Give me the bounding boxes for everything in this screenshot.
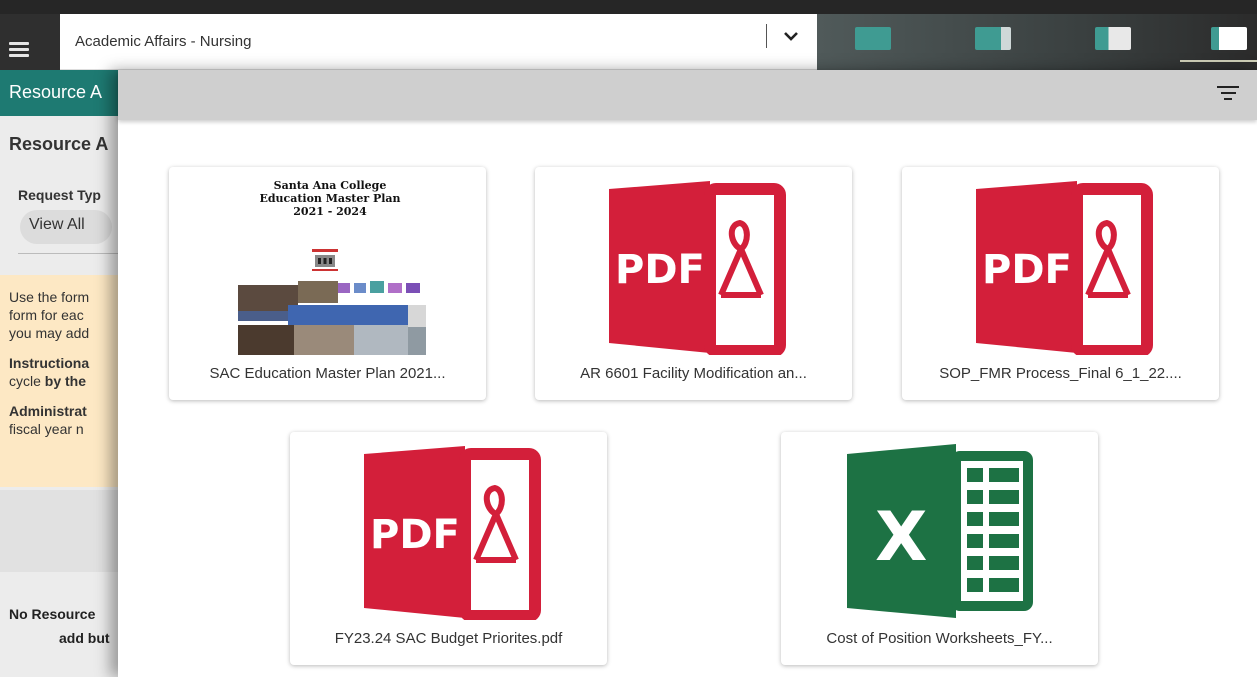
photo-collage	[238, 281, 426, 355]
pdf-icon-text: PDF	[615, 247, 705, 293]
document-thumbnail: PDF	[290, 432, 607, 622]
document-name: SOP_FMR Process_Final 6_1_22....	[939, 365, 1182, 382]
document-card[interactable]: X Cost of Position Worksheets_FY...	[781, 432, 1098, 665]
no-resource-message: No Resource add but	[9, 602, 110, 650]
filter-icon[interactable]	[1217, 86, 1239, 102]
select-divider	[766, 24, 767, 48]
notice-bold-text: Instructiona	[9, 355, 90, 371]
notice-text: Use the form	[9, 289, 90, 305]
document-card[interactable]: PDF AR 6601 Facility Modification an...	[535, 167, 852, 400]
document-name: Cost of Position Worksheets_FY...	[826, 630, 1053, 647]
chevron-down-icon[interactable]	[782, 27, 800, 45]
document-card[interactable]: PDF FY23.24 SAC Budget Priorites.pdf	[290, 432, 607, 665]
documents-panel: Santa Ana College Education Master Plan …	[118, 70, 1257, 677]
college-logo-icon	[312, 249, 338, 271]
notice-bold-text: by the	[44, 373, 87, 389]
excel-icon-text: X	[875, 498, 927, 577]
program-select-value: Academic Affairs - Nursing	[75, 33, 252, 50]
notice-text: fiscal year n	[9, 421, 84, 437]
cover-title: Education Master Plan	[259, 192, 401, 205]
document-card[interactable]: Santa Ana College Education Master Plan …	[169, 167, 486, 400]
notice-text: form for eac	[9, 307, 84, 323]
document-name: FY23.24 SAC Budget Priorites.pdf	[334, 630, 563, 647]
pdf-icon-text: PDF	[982, 247, 1072, 293]
documents-panel-header	[118, 70, 1257, 120]
no-resource-text: No Resource	[9, 606, 96, 622]
resource-panel-header: Resource A	[0, 70, 118, 116]
view-tile-4[interactable]	[1211, 27, 1247, 50]
gray-block	[0, 490, 118, 572]
notice-text: you may add	[9, 325, 90, 341]
menu-area	[0, 14, 60, 70]
instructions-notice: Use the form form for eac you may add In…	[0, 275, 118, 487]
active-view-indicator	[1180, 60, 1257, 62]
divider	[18, 253, 118, 254]
excel-file-icon: X	[847, 444, 1033, 618]
pdf-icon-text: PDF	[370, 512, 460, 558]
document-name: AR 6601 Facility Modification an...	[580, 365, 807, 382]
pdf-file-icon: PDF	[364, 446, 541, 622]
view-tile-2[interactable]	[975, 27, 1011, 50]
notice-bold-text: Administrat	[9, 403, 87, 419]
cover-title: Santa Ana College	[273, 179, 387, 192]
resource-panel-title: Resource A	[9, 134, 109, 154]
view-tile-3[interactable]	[1095, 27, 1131, 50]
hamburger-menu-icon[interactable]	[9, 42, 29, 58]
document-thumbnail: PDF	[535, 167, 852, 357]
pdf-file-icon: PDF	[609, 181, 786, 357]
document-thumbnail: PDF	[902, 167, 1219, 357]
view-tile-1[interactable]	[855, 27, 891, 50]
view-all-chip[interactable]: View All	[20, 210, 112, 244]
document-thumbnail: X	[781, 432, 1098, 620]
document-thumbnail: Santa Ana College Education Master Plan …	[169, 167, 486, 355]
top-edge-bar	[0, 0, 1257, 14]
request-type-label: Request Typ	[18, 187, 101, 203]
pdf-file-icon: PDF	[976, 181, 1153, 357]
cover-title: 2021 - 2024	[293, 205, 367, 218]
notice-text: cycle	[9, 373, 45, 389]
resource-panel: Resource A Resource A Request Typ View A…	[0, 70, 118, 677]
program-select[interactable]: Academic Affairs - Nursing	[60, 14, 817, 70]
cover-image: Santa Ana College Education Master Plan …	[222, 179, 438, 355]
no-resource-text: add but	[59, 630, 110, 646]
document-name: SAC Education Master Plan 2021...	[209, 365, 446, 382]
document-card[interactable]: PDF SOP_FMR Process_Final 6_1_22....	[902, 167, 1219, 400]
